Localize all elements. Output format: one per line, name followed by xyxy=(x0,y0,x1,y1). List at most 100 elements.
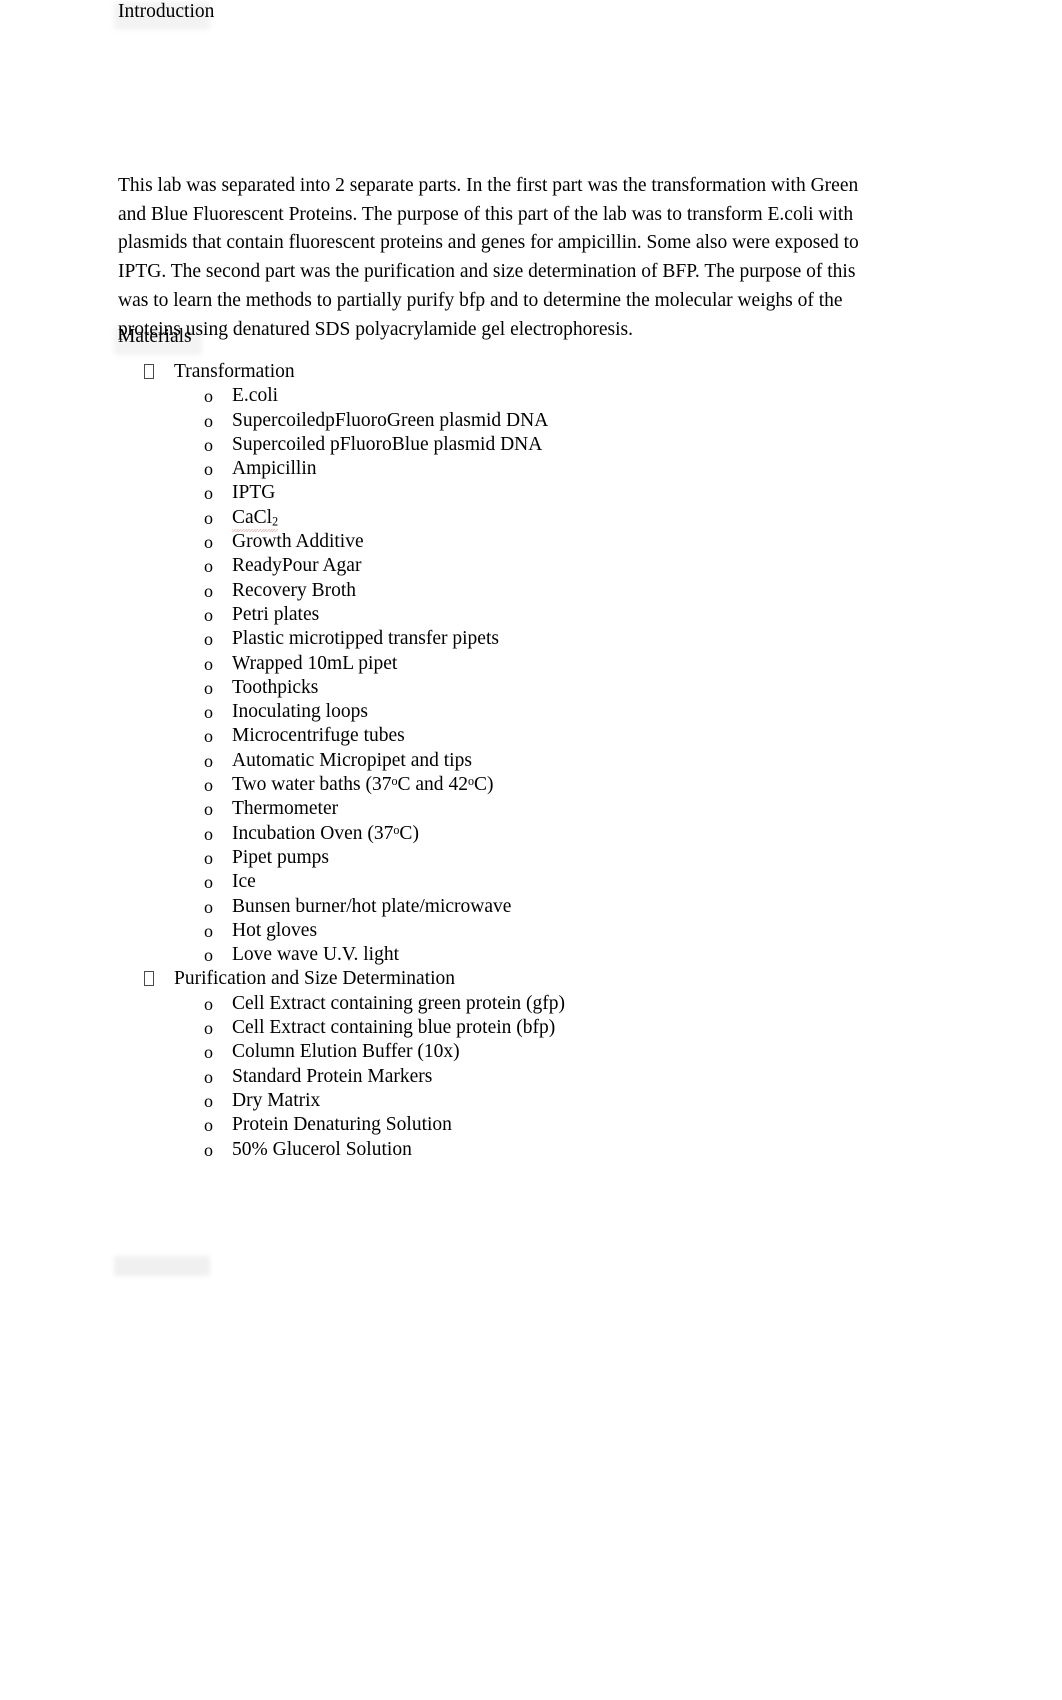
circle-bullet-icon: o xyxy=(204,1090,213,1111)
circle-bullet-icon: o xyxy=(204,726,213,747)
material-item-label: ReadyPour Agar xyxy=(232,555,362,577)
circle-bullet-icon: o xyxy=(204,750,213,771)
material-item-label: Cell Extract containing blue protein (bf… xyxy=(232,1017,556,1039)
material-item-label: Supercoiled pFluoroBlue plasmid DNA xyxy=(232,433,543,455)
circle-bullet-icon: o xyxy=(204,629,213,650)
circle-bullet-icon: o xyxy=(204,920,213,941)
document-page: Introduction This lab was separated into… xyxy=(0,0,1062,1700)
materials-section: Purification and Size Determination xyxy=(118,967,878,991)
materials-section: Transformation xyxy=(118,360,878,384)
circle-bullet-icon: o xyxy=(204,1139,213,1160)
circle-bullet-icon: o xyxy=(204,993,213,1014)
list-item: o Ampicillin xyxy=(118,457,878,481)
material-item-label: Cell Extract containing green protein (g… xyxy=(232,992,566,1014)
circle-bullet-icon: o xyxy=(204,653,213,674)
circle-bullet-icon: o xyxy=(204,532,213,553)
materials-heading-text: Materials xyxy=(118,326,192,347)
material-item-label: E.coli xyxy=(232,385,279,407)
material-item-label: Ampicillin xyxy=(232,458,317,480)
material-item-label: Plastic microtipped transfer pipets xyxy=(232,628,499,650)
list-item: o Pipet pumps xyxy=(118,846,878,870)
list-item: o Plastic microtipped transfer pipets xyxy=(118,627,878,651)
list-item: o Petri plates xyxy=(118,603,878,627)
introduction-heading-wrapper: Introduction xyxy=(114,0,214,30)
circle-bullet-icon: o xyxy=(204,872,213,893)
material-item-label: IPTG xyxy=(232,482,276,504)
material-item-label: 50% Glucerol Solution xyxy=(232,1138,412,1160)
circle-bullet-icon: o xyxy=(204,702,213,723)
material-item-label: Protein Denaturing Solution xyxy=(232,1114,452,1136)
materials-heading-wrapper: Materials xyxy=(114,325,202,355)
chemical-formula: CaCl2 xyxy=(232,506,279,533)
list-item: o Recovery Broth xyxy=(118,579,878,603)
list-item: o Wrapped 10mL pipet xyxy=(118,652,878,676)
missing-glyph-bullet-icon xyxy=(144,967,158,991)
material-item-label: Column Elution Buffer (10x) xyxy=(232,1041,460,1063)
list-item: o Standard Protein Markers xyxy=(118,1065,878,1089)
circle-bullet-icon: o xyxy=(204,483,213,504)
material-item-label: Recovery Broth xyxy=(232,579,357,601)
material-item-label: Pipet pumps xyxy=(232,846,329,868)
material-item-label: Bunsen burner/hot plate/microwave xyxy=(232,895,512,917)
circle-bullet-icon: o xyxy=(204,945,213,966)
missing-glyph-bullet-icon xyxy=(144,360,158,384)
circle-bullet-icon: o xyxy=(204,896,213,917)
list-item: o Toothpicks xyxy=(118,676,878,700)
material-item-label: SupercoiledpFluoroGreen plasmid DNA xyxy=(232,409,549,431)
list-item: o Love wave U.V. light xyxy=(118,943,878,967)
list-item: o Thermometer xyxy=(118,797,878,821)
material-item-label: Microcentrifuge tubes xyxy=(232,725,405,747)
circle-bullet-icon: o xyxy=(204,677,213,698)
list-item: o Cell Extract containing green protein (… xyxy=(118,992,878,1016)
circle-bullet-icon: o xyxy=(204,459,213,480)
material-item-label: Wrapped 10mL pipet xyxy=(232,652,398,674)
circle-bullet-icon: o xyxy=(204,604,213,625)
circle-bullet-icon: o xyxy=(204,386,213,407)
list-item: o E.coli xyxy=(118,384,878,408)
material-item-label: Thermometer xyxy=(232,798,339,820)
material-item-label: Growth Additive xyxy=(232,531,364,553)
material-item-label: Inoculating loops xyxy=(232,701,368,723)
circle-bullet-icon: o xyxy=(204,775,213,796)
page-title: Introduction xyxy=(118,0,214,24)
materials-list: Transformation o E.coli o SupercoiledpFluoro… xyxy=(118,360,878,1162)
material-item-label: CaCl2 xyxy=(232,506,279,533)
circle-bullet-icon: o xyxy=(204,507,213,528)
material-item-label: Automatic Micropipet and tips xyxy=(232,749,472,771)
circle-bullet-icon: o xyxy=(204,823,213,844)
circle-bullet-icon: o xyxy=(204,434,213,455)
material-item-label: Ice xyxy=(232,871,256,893)
material-item-label: Hot gloves xyxy=(232,919,318,941)
list-item: o ReadyPour Agar xyxy=(118,554,878,578)
circle-bullet-icon: o xyxy=(204,1018,213,1039)
highlight-artifact-footer xyxy=(114,1256,210,1276)
circle-bullet-icon: o xyxy=(204,1066,213,1087)
list-item: o IPTG xyxy=(118,481,878,505)
introduction-paragraph: This lab was separated into 2 separate p… xyxy=(118,172,870,344)
material-item-label: Love wave U.V. light xyxy=(232,944,399,966)
circle-bullet-icon: o xyxy=(204,1042,213,1063)
list-item: o Microcentrifuge tubes xyxy=(118,724,878,748)
material-item-label: Petri plates xyxy=(232,603,320,625)
materials-sublist: o Cell Extract containing green protein (… xyxy=(118,992,878,1162)
list-item: o Supercoiled pFluoroBlue plasmid DNA xyxy=(118,433,878,457)
list-item: o Inoculating loops xyxy=(118,700,878,724)
circle-bullet-icon: o xyxy=(204,847,213,868)
list-item: o Incubation Oven (37oC) xyxy=(118,822,878,846)
list-item: o Bunsen burner/hot plate/microwave xyxy=(118,895,878,919)
list-item: o Two water baths (37oC and 42oC) xyxy=(118,773,878,797)
circle-bullet-icon: o xyxy=(204,556,213,577)
introduction-paragraph-text: This lab was separated into 2 separate p… xyxy=(118,175,859,340)
list-item: o SupercoiledpFluoroGreen plasmid DNA xyxy=(118,409,878,433)
list-item: o Protein Denaturing Solution xyxy=(118,1113,878,1137)
list-item: o Ice xyxy=(118,870,878,894)
list-item: o Cell Extract containing blue protein (b… xyxy=(118,1016,878,1040)
list-item: o Dry Matrix xyxy=(118,1089,878,1113)
list-item: o Column Elution Buffer (10x) xyxy=(118,1040,878,1064)
list-item: o CaCl2 xyxy=(118,506,878,533)
list-item: o Hot gloves xyxy=(118,919,878,943)
list-item: o 50% Glucerol Solution xyxy=(118,1138,878,1162)
circle-bullet-icon: o xyxy=(204,580,213,601)
circle-bullet-icon: o xyxy=(204,1115,213,1136)
materials-section-title: Purification and Size Determination xyxy=(174,968,456,990)
